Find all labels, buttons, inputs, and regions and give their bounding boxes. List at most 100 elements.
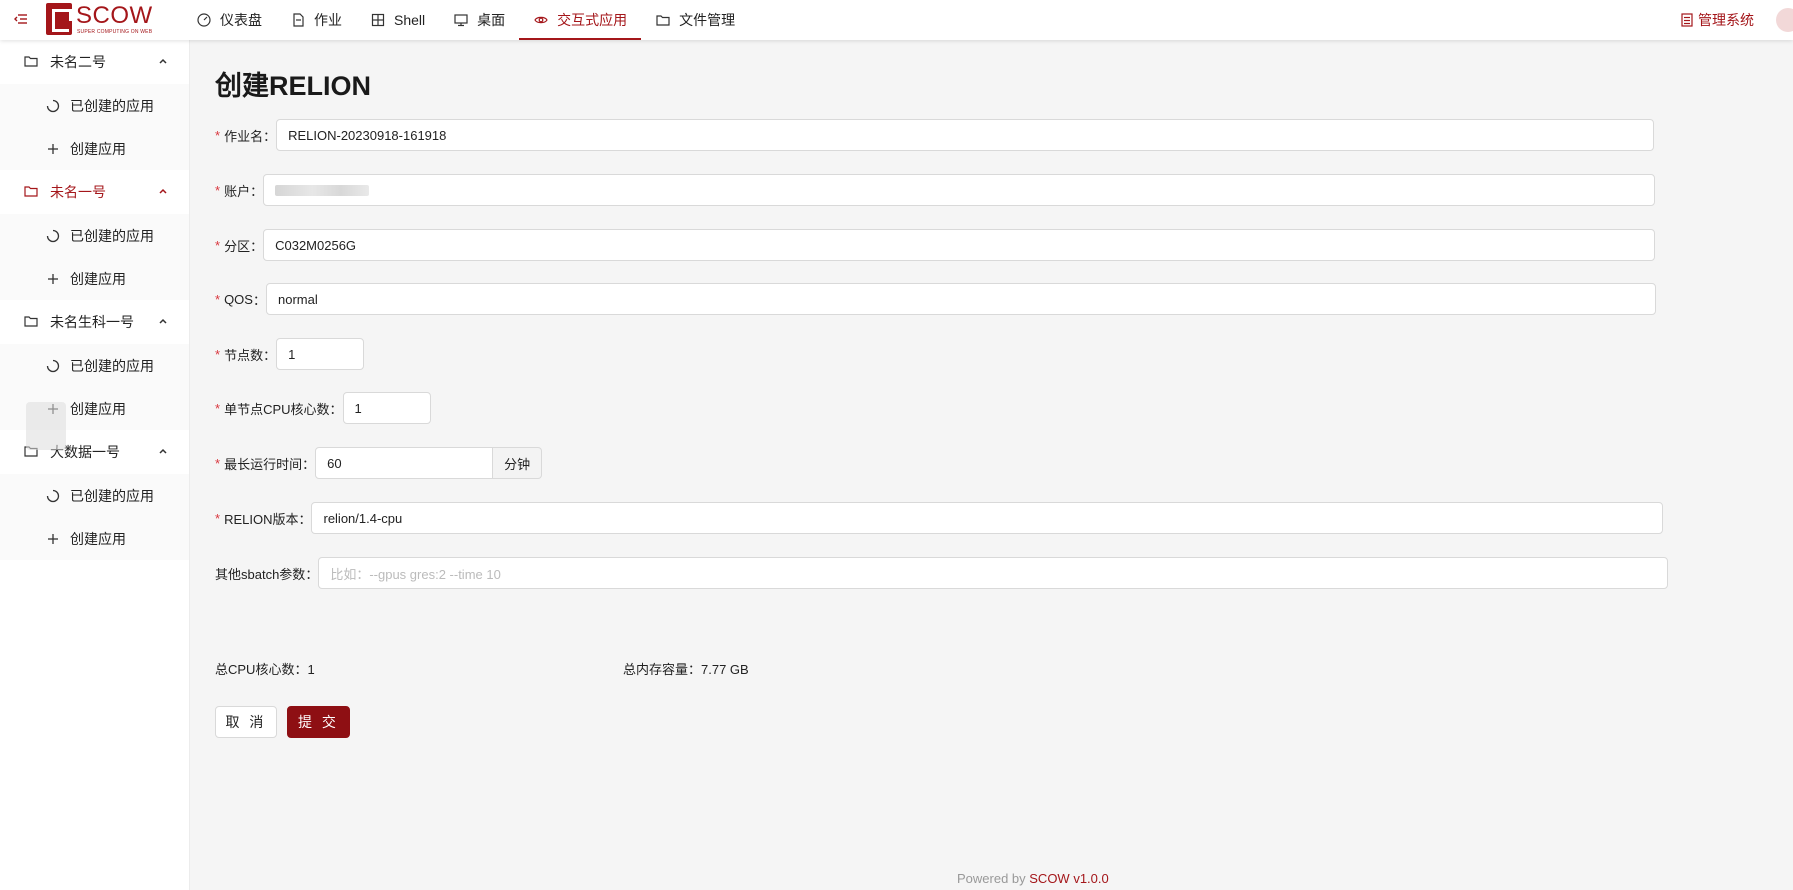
job-name-label: 作业名 [224,128,264,144]
nav-desktop[interactable]: 桌面 [439,0,519,40]
nav-interactive-apps[interactable]: 交互式应用 [519,0,642,40]
form-row-cores: * 单节点CPU核心数 ： 1 [215,392,431,424]
desktop-icon [453,12,469,28]
sidebar-item-label: 已创建的应用 [70,227,154,244]
max-time-unit: 分钟 [493,447,543,479]
dashboard-icon [196,12,212,28]
required-mark: * [215,400,221,416]
form-row-partition: * 分区 ： C032M0256G [215,229,1656,261]
nav-label: 桌面 [477,12,506,28]
plus-icon [46,142,60,156]
required-mark: * [215,182,221,198]
file-icon [290,12,306,28]
top-nav: 仪表盘 作业 Shell 桌面 交互式应用 文件管理 [182,0,749,40]
label-colon: ： [298,511,312,527]
top-header: SCOW SUPER COMPUTING ON WEB 仪表盘 作业 Shell [0,0,1793,40]
sidebar: 未名二号 已创建的应用 创建应用 未名一号 已创建的应用 创建应用 未名生科一号… [0,40,190,890]
cancel-button[interactable]: 取 消 [215,706,277,738]
footer-brand-link[interactable]: SCOW v1.0.0 [1029,871,1108,886]
folder-icon [24,314,40,330]
sbatch-label: 其他sbatch参数 [215,566,306,582]
sidebar-item-created-apps[interactable]: 已创建的应用 [0,84,189,127]
nav-shell[interactable]: Shell [356,0,439,40]
label-colon: ： [250,183,264,199]
nav-jobs[interactable]: 作业 [276,0,356,40]
partition-label: 分区 [224,238,251,254]
qos-label: QOS [224,291,253,307]
sidebar-group-weiming-1[interactable]: 未名一号 [0,170,189,214]
chevron-up-icon [157,315,169,327]
sidebar-item-label: 已创建的应用 [70,487,154,504]
nav-label: 文件管理 [679,12,736,28]
nav-label: 作业 [314,12,342,28]
sidebar-item-create-app[interactable]: 创建应用 [0,127,189,170]
required-mark: * [215,291,221,307]
sidebar-item-create-app[interactable]: 创建应用 [0,517,189,560]
submit-button[interactable]: 提 交 [287,706,350,738]
account-select[interactable] [263,174,1656,206]
required-mark: * [215,127,221,143]
total-memory-value: 7.77 GB [701,662,749,677]
plus-icon [46,272,60,286]
max-time-input[interactable]: 60 [315,447,494,479]
sidebar-item-created-apps[interactable]: 已创建的应用 [0,474,189,517]
sidebar-item-create-app[interactable]: 创建应用 [0,257,189,300]
avatar[interactable] [1776,8,1793,32]
nodes-label: 节点数 [224,347,264,363]
sidebar-item-created-apps[interactable]: 已创建的应用 [0,214,189,257]
sidebar-item-label: 创建应用 [70,530,126,547]
folder-icon [24,54,40,70]
admin-label: 管理系统 [1698,12,1754,28]
partition-select[interactable]: C032M0256G [263,229,1656,261]
terminal-icon [370,12,386,28]
required-mark: * [215,346,221,362]
required-mark: * [215,455,221,471]
qos-select[interactable]: normal [265,283,1656,315]
page-title: 创建RELION [215,71,372,101]
version-label: RELION版本 [224,511,299,527]
sidebar-group-label: 未名二号 [50,54,106,70]
label-colon: ： [263,128,277,144]
total-memory-summary: 总内存容量：7.77 GB [623,659,749,678]
version-select[interactable]: relion/1.4-cpu [311,502,1664,534]
sidebar-item-label: 已创建的应用 [70,97,154,114]
label-colon: ： [305,566,319,582]
footer: Powered by SCOW v1.0.0 [957,871,1109,886]
nav-label: 交互式应用 [557,12,628,28]
cores-input[interactable]: 1 [342,392,431,424]
job-name-input[interactable]: RELION-20230918-161918 [276,119,1655,151]
sidebar-item-label: 已创建的应用 [70,357,154,374]
folder-icon [24,184,40,200]
label-colon: ： [329,401,343,417]
required-mark: * [215,510,221,526]
sidebar-group-label: 未名生科一号 [50,314,134,330]
form-row-sbatch: 其他sbatch参数 ： 比如：--gpus gres:2 --time 10 [215,557,1669,589]
sidebar-collapse-handle[interactable] [26,402,66,450]
logo-text: SCOW [76,2,153,29]
nodes-input[interactable]: 1 [276,338,365,370]
label-colon: ： [252,292,266,308]
nav-file-manager[interactable]: 文件管理 [641,0,749,40]
label-colon: ： [302,456,316,472]
footer-prefix: Powered by [957,871,1030,886]
admin-system-link[interactable]: 管理系统 [1681,0,1754,40]
sidebar-group-weiming-bio-1[interactable]: 未名生科一号 [0,300,189,344]
logo-subtitle: SUPER COMPUTING ON WEB [77,29,153,35]
chevron-up-icon [157,445,169,457]
sidebar-item-label: 创建应用 [70,140,126,157]
menu-fold-icon[interactable] [13,9,31,29]
nav-dashboard[interactable]: 仪表盘 [182,0,276,40]
sidebar-item-label: 创建应用 [70,270,126,287]
sbatch-input[interactable]: 比如：--gpus gres:2 --time 10 [318,557,1669,589]
form-row-job-name: * 作业名 ： RELION-20230918-161918 [215,119,1655,151]
sidebar-item-created-apps[interactable]: 已创建的应用 [0,344,189,387]
nav-label: 仪表盘 [220,12,262,28]
main-content: 创建RELION * 作业名 ： RELION-20230918-161918 … [191,40,1793,890]
required-mark: * [215,237,221,253]
sidebar-group-weiming-2[interactable]: 未名二号 [0,40,189,84]
total-cpu-summary: 总CPU核心数：1 [215,659,315,678]
loading-icon [46,489,60,503]
sidebar-submenu: 已创建的应用 创建应用 [0,214,189,300]
sidebar-item-label: 创建应用 [70,400,126,417]
total-cpu-value: 1 [307,662,315,677]
